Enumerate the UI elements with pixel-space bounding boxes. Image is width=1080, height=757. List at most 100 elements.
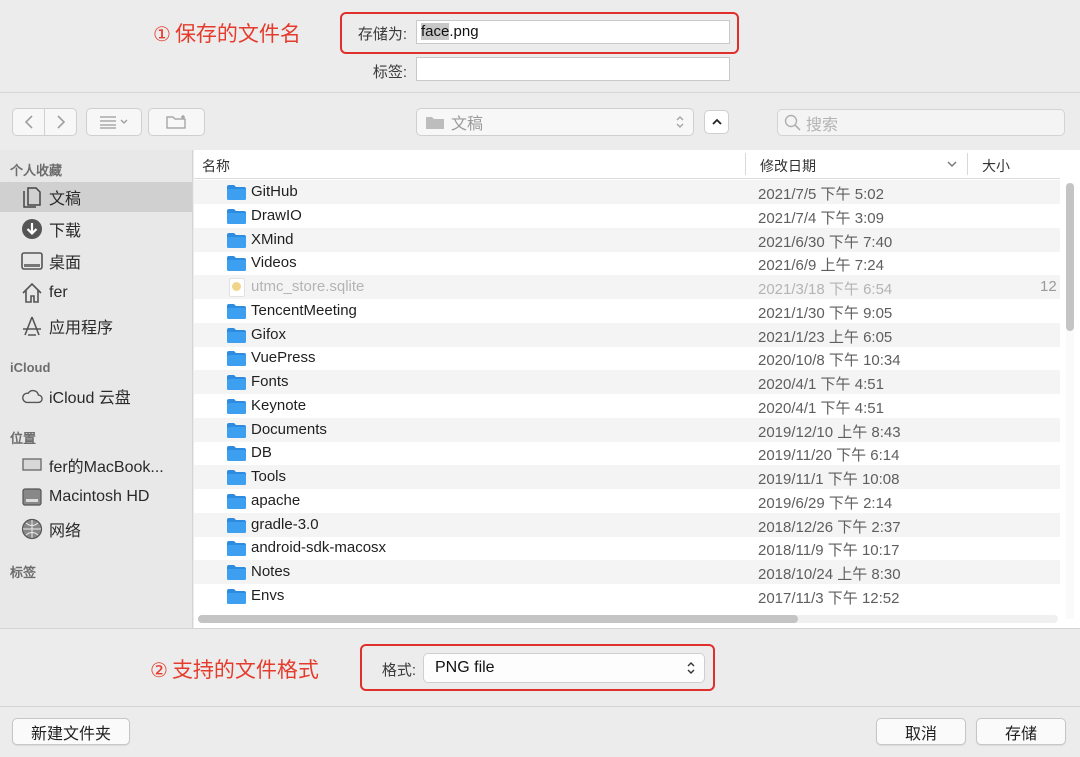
new-folder-button[interactable]: 新建文件夹 [12, 718, 130, 745]
new-folder-icon [165, 115, 186, 129]
file-row[interactable]: Keynote 2020/4/1 下午 4:51 [194, 394, 1060, 418]
folder-icon [227, 256, 246, 272]
file-row[interactable]: gradle-3.0 2018/12/26 下午 2:37 [194, 512, 1060, 537]
file-row[interactable]: utmc_store.sqlite 2021/3/18 下午 6:54 12 [194, 275, 1060, 299]
sidebar-header-favorites: 个人收藏 [10, 163, 63, 178]
chevron-left-icon [24, 115, 33, 129]
file-date: 2017/11/3 下午 12:52 [758, 589, 900, 607]
home-icon [21, 282, 43, 304]
file-row[interactable]: apache 2019/6/29 下午 2:14 [194, 489, 1060, 513]
folder-icon [227, 422, 246, 438]
applications-icon [21, 315, 43, 337]
sidebar-item-applications[interactable]: 应用程序 [0, 311, 192, 341]
download-icon [21, 218, 43, 240]
column-date[interactable]: 修改日期 [760, 156, 816, 176]
file-date: 2021/6/30 下午 7:40 [758, 233, 893, 251]
column-size[interactable]: 大小 [982, 156, 1010, 176]
annotation-number: ① [153, 24, 171, 46]
sidebar-item-desktop[interactable]: 桌面 [0, 246, 192, 276]
updown-chevron-icon [676, 116, 684, 128]
file-size: 12 [1040, 278, 1057, 295]
annotation-text: 支持的文件格式 [171, 659, 319, 682]
sort-chevron-down-icon [947, 161, 957, 167]
column-divider[interactable] [745, 153, 746, 175]
sidebar-item-icloud-drive[interactable]: iCloud 云盘 [0, 381, 192, 411]
file-name: Keynote [251, 396, 307, 414]
tags-input[interactable] [416, 57, 730, 81]
file-date: 2018/10/24 上午 8:30 [758, 566, 901, 583]
file-date: 2019/12/10 上午 8:43 [758, 423, 901, 441]
format-label: 格式: [381, 662, 416, 679]
file-row[interactable]: Videos 2021/6/9 上午 7:24 [194, 251, 1060, 275]
save-button[interactable]: 存储 [976, 718, 1066, 745]
file-date: 2021/7/4 下午 3:09 [758, 209, 884, 227]
sidebar-item-downloads[interactable]: 下载 [0, 214, 192, 244]
file-name: Gifox [251, 325, 287, 343]
save-as-input[interactable]: face.png [416, 20, 730, 44]
folder-icon [227, 327, 246, 343]
file-badge [232, 282, 241, 291]
horizontal-scrollbar-thumb[interactable] [198, 615, 798, 623]
new-folder-toolbar-button[interactable] [148, 108, 205, 136]
file-row[interactable]: Tools 2019/11/1 下午 10:08 [194, 465, 1060, 489]
forward-button[interactable] [44, 108, 77, 136]
sidebar-item-home[interactable]: fer [0, 278, 192, 308]
sidebar-item-documents[interactable]: 文稿 [0, 182, 192, 212]
chevron-right-icon [56, 115, 65, 129]
file-date: 2018/12/26 下午 2:37 [758, 518, 901, 536]
column-name[interactable]: 名称 [202, 156, 230, 176]
file-name: Fonts [251, 373, 289, 390]
file-date: 2020/4/1 下午 4:51 [758, 376, 884, 393]
chevron-up-icon [711, 118, 722, 125]
file-row[interactable]: VuePress 2020/10/8 下午 10:34 [194, 346, 1060, 370]
cancel-button[interactable]: 取消 [876, 718, 966, 745]
sidebar-item-macbook[interactable]: fer的MacBook... [0, 450, 192, 480]
file-row[interactable]: Envs 2017/11/3 下午 12:52 [194, 584, 1060, 608]
column-divider[interactable] [967, 153, 968, 175]
file-row[interactable]: Documents 2019/12/10 上午 8:43 [194, 417, 1060, 442]
sidebar-header-tags: 标签 [10, 565, 37, 580]
folder-icon [227, 493, 246, 509]
file-date: 2021/1/23 上午 6:05 [758, 328, 893, 346]
back-button[interactable] [12, 108, 45, 136]
desktop-icon [21, 250, 43, 272]
file-row[interactable]: Fonts 2020/4/1 下午 4:51 [194, 370, 1060, 394]
file-name: apache [251, 491, 301, 509]
sidebar-item-network[interactable]: 网络 [0, 514, 192, 544]
file-row[interactable]: Gifox 2021/1/23 上午 6:05 [194, 322, 1060, 347]
sidebar-item-macintosh-hd[interactable]: Macintosh HD [0, 482, 192, 512]
sidebar-item-label: fer [49, 284, 68, 301]
file-date: 2019/6/29 下午 2:14 [758, 494, 893, 512]
search-field[interactable]: 搜索 [777, 109, 1065, 136]
file-name: DB [251, 444, 272, 462]
document-icon [21, 186, 43, 208]
file-date: 2021/3/18 下午 6:54 [758, 281, 893, 298]
file-row[interactable]: DB 2019/11/20 下午 6:14 [194, 441, 1060, 465]
sidebar: 个人收藏 文稿 下载 桌面 fer 应用程序 iCloud iCloud 云盘 … [0, 150, 193, 628]
file-row[interactable]: TencentMeeting 2021/1/30 下午 9:05 [194, 299, 1060, 323]
vertical-scrollbar-thumb[interactable] [1066, 183, 1074, 331]
file-name: TencentMeeting [251, 301, 357, 319]
view-options-button[interactable] [86, 108, 142, 136]
file-name: utmc_store.sqlite [251, 278, 365, 295]
file-row[interactable]: android-sdk-macosx 2018/11/9 下午 10:17 [194, 536, 1060, 560]
sidebar-item-label: Macintosh HD [49, 488, 150, 505]
format-select[interactable]: PNG file [423, 653, 705, 683]
column-header: 名称 修改日期 大小 [194, 150, 1060, 179]
file-name: android-sdk-macosx [251, 539, 387, 557]
collapse-button[interactable] [704, 110, 729, 134]
folder-icon [227, 303, 246, 319]
file-row[interactable]: XMind 2021/6/30 下午 7:40 [194, 227, 1060, 252]
folder-icon [227, 398, 246, 414]
annotation-number: ② [150, 660, 168, 682]
folder-icon [227, 185, 246, 200]
folder-icon [227, 470, 246, 485]
network-icon [21, 518, 43, 540]
sidebar-item-label: 桌面 [49, 255, 82, 272]
harddisk-icon [21, 486, 43, 508]
sidebar-item-label: iCloud 云盘 [49, 390, 131, 407]
file-row[interactable]: Notes 2018/10/24 上午 8:30 [194, 560, 1060, 584]
file-row[interactable]: GitHub 2021/7/5 下午 5:02 [194, 180, 1060, 204]
location-popup[interactable]: 文稿 [416, 108, 694, 136]
file-row[interactable]: DrawIO 2021/7/4 下午 3:09 [194, 204, 1060, 228]
